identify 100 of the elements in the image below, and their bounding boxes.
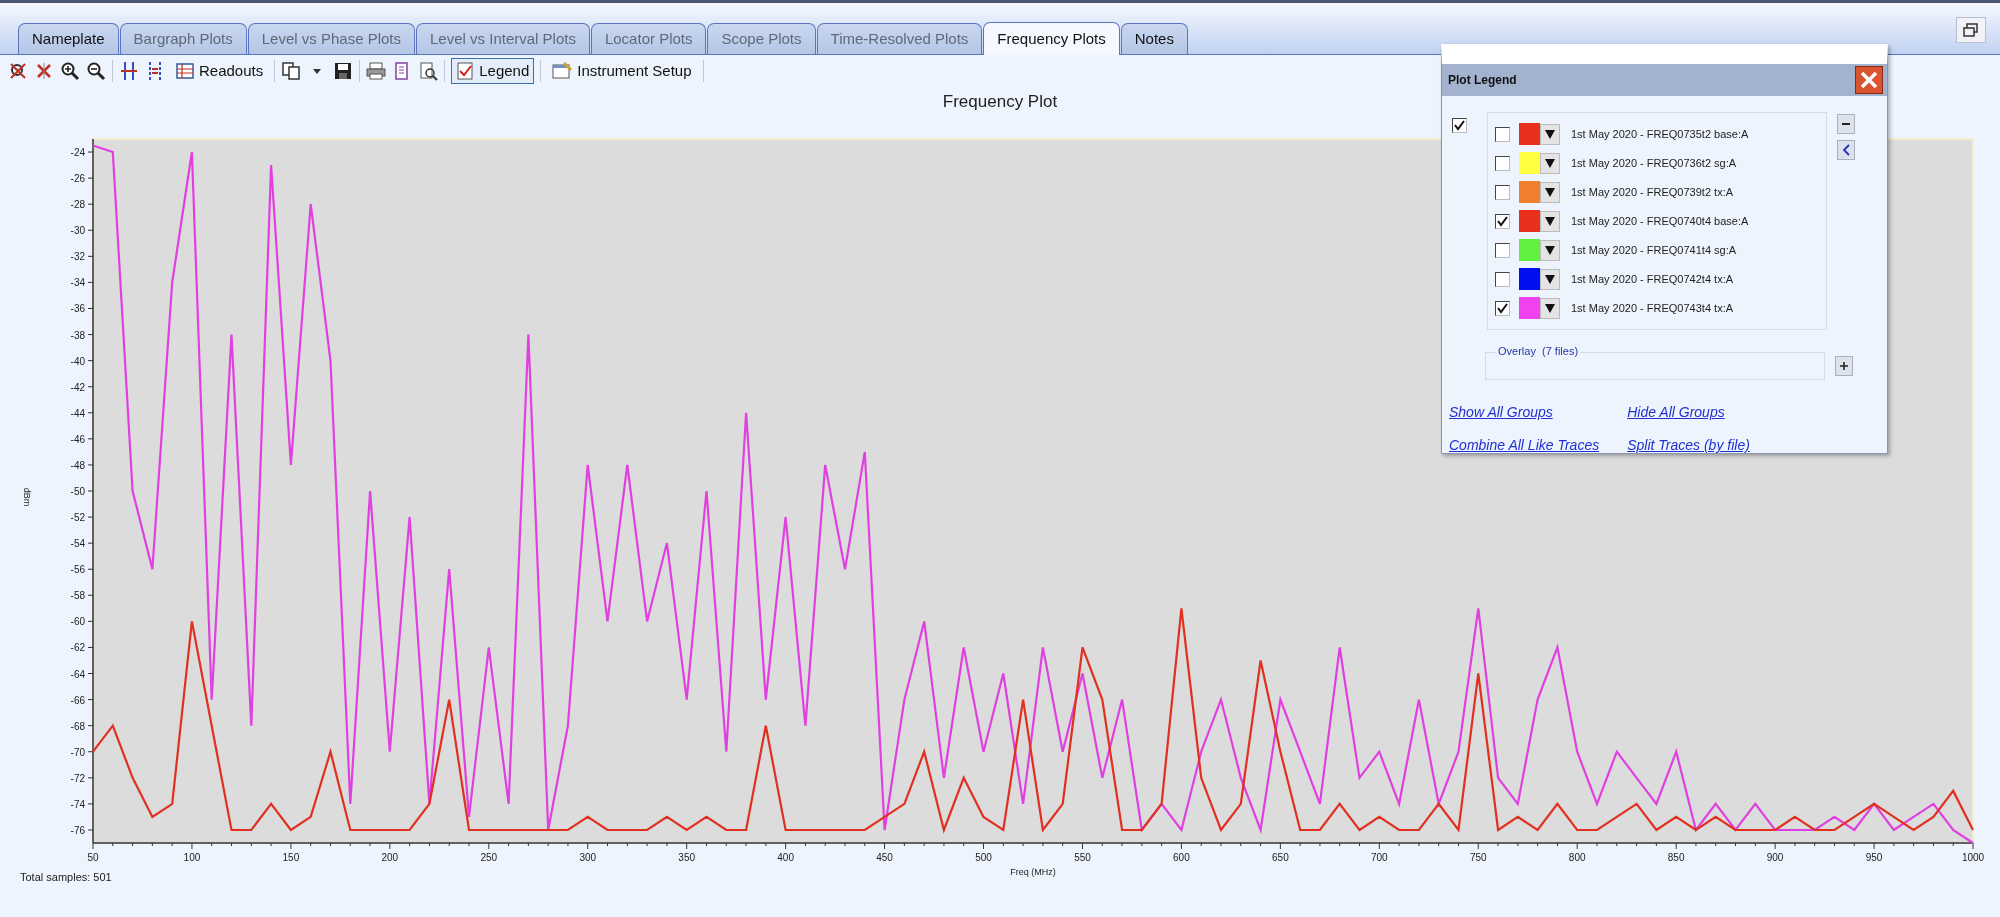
y-tick-label: -38 bbox=[70, 329, 85, 341]
x-axis-title: Freq (MHz) bbox=[1010, 867, 1056, 877]
y-tick-label: -40 bbox=[70, 355, 85, 367]
zoom-reset-icon[interactable] bbox=[8, 61, 28, 81]
color-swatch[interactable] bbox=[1519, 181, 1540, 203]
x-tick-label: 50 bbox=[87, 852, 99, 863]
dropdown-button[interactable] bbox=[1540, 297, 1560, 319]
color-swatch[interactable] bbox=[1519, 210, 1540, 232]
x-tick-label: 500 bbox=[975, 852, 992, 863]
instrument-setup-button[interactable]: Instrument Setup bbox=[547, 58, 697, 84]
chart-title: Frequency Plot bbox=[941, 91, 1059, 113]
color-swatch[interactable] bbox=[1519, 152, 1540, 174]
printer-icon[interactable] bbox=[366, 61, 387, 81]
dropdown-button[interactable] bbox=[1540, 239, 1560, 261]
x-tick-label: 250 bbox=[480, 852, 498, 863]
trace-label: 1st May 2020 - FREQ0735t2 base:A bbox=[1571, 126, 1749, 142]
color-swatch[interactable] bbox=[1519, 297, 1540, 319]
legend-link[interactable]: Show All Groups bbox=[1449, 402, 1600, 423]
x-tick-label: 950 bbox=[1865, 852, 1883, 863]
y-tick-label: -68 bbox=[70, 720, 85, 732]
refresh-button[interactable] bbox=[1837, 140, 1855, 160]
y-tick-label: -24 bbox=[70, 147, 85, 159]
y-tick-label: -30 bbox=[70, 225, 85, 237]
readouts-button[interactable]: Readouts bbox=[171, 58, 269, 84]
color-swatch[interactable] bbox=[1519, 123, 1540, 145]
y-tick-label: -58 bbox=[70, 590, 85, 602]
y-tick-label: -36 bbox=[70, 303, 85, 315]
checkbox[interactable] bbox=[1495, 126, 1510, 142]
legend-button[interactable]: Legend bbox=[451, 58, 535, 84]
dropdown-arrow-icon bbox=[1545, 245, 1555, 255]
y-tick-label: -28 bbox=[70, 199, 85, 211]
y-tick-label: -42 bbox=[70, 381, 85, 393]
sample-count: Total samples: 501 bbox=[20, 871, 112, 883]
checkbox[interactable] bbox=[1495, 213, 1510, 229]
trace-label: 1st May 2020 - FREQ0739t2 tx:A bbox=[1571, 184, 1734, 200]
tab[interactable]: Nameplate bbox=[18, 23, 119, 54]
x-tick-label: 800 bbox=[1568, 852, 1586, 863]
checkbox[interactable] bbox=[1452, 118, 1467, 133]
checkbox[interactable] bbox=[1495, 184, 1510, 200]
trace-label: 1st May 2020 - FREQ0741t4 sg:A bbox=[1571, 242, 1737, 258]
collapse-button[interactable] bbox=[1837, 114, 1855, 134]
y-tick-label: -48 bbox=[70, 459, 85, 471]
zoom-in-icon[interactable] bbox=[60, 61, 80, 81]
close-button[interactable] bbox=[1855, 66, 1883, 94]
x-tick-label: 550 bbox=[1074, 852, 1091, 863]
color-swatch[interactable] bbox=[1519, 239, 1540, 261]
setup-window-icon bbox=[552, 62, 573, 80]
restore-button[interactable] bbox=[1956, 17, 1986, 43]
y-tick-label: -32 bbox=[70, 251, 85, 263]
checkbox[interactable] bbox=[1495, 242, 1510, 258]
tab[interactable]: Notes bbox=[1120, 23, 1188, 54]
dropdown-button[interactable] bbox=[1540, 268, 1560, 290]
x-tick-label: 700 bbox=[1370, 852, 1388, 863]
y-tick-label: -56 bbox=[70, 564, 85, 576]
dropdown-button[interactable] bbox=[1540, 181, 1560, 203]
tab[interactable]: Frequency Plots bbox=[983, 22, 1120, 55]
expand-button[interactable] bbox=[1835, 356, 1853, 376]
y-tick-label: -72 bbox=[70, 772, 85, 784]
save-icon[interactable] bbox=[333, 61, 354, 81]
x-tick-label: 150 bbox=[282, 852, 300, 863]
y-tick-label: -76 bbox=[70, 824, 85, 836]
restore-icon bbox=[1963, 23, 1979, 37]
print-preview-icon[interactable] bbox=[418, 61, 439, 81]
dropdown-arrow-icon bbox=[1545, 129, 1555, 139]
dropdown-button[interactable] bbox=[1540, 152, 1560, 174]
legend-link[interactable]: Hide All Groups bbox=[1627, 402, 1750, 423]
x-tick-label: 100 bbox=[183, 852, 201, 863]
y-tick-label: -26 bbox=[70, 173, 85, 185]
trace-label: 1st May 2020 - FREQ0742t4 tx:A bbox=[1571, 271, 1734, 287]
legend-title: Plot Legend bbox=[1448, 72, 1517, 89]
y-tick-label: -50 bbox=[70, 486, 85, 497]
x-tick-label: 300 bbox=[579, 852, 597, 863]
trace-label: 1st May 2020 - FREQ0736t2 sg:A bbox=[1571, 155, 1737, 171]
x-tick-label: 650 bbox=[1272, 852, 1289, 863]
dropdown-button[interactable] bbox=[1540, 210, 1560, 232]
y-tick-label: -34 bbox=[70, 277, 85, 289]
cross-icon[interactable] bbox=[34, 61, 54, 81]
x-tick-label: 600 bbox=[1173, 852, 1190, 863]
checkbox[interactable] bbox=[1495, 271, 1510, 287]
checklist-icon bbox=[456, 62, 475, 80]
dropdown-arrow-icon bbox=[1545, 303, 1555, 313]
checkbox[interactable] bbox=[1495, 155, 1510, 171]
color-swatch[interactable] bbox=[1519, 268, 1540, 290]
copy-icon[interactable] bbox=[281, 61, 302, 81]
plus-icon bbox=[1840, 362, 1848, 370]
dropdown-arrow-icon bbox=[1545, 274, 1555, 284]
checkbox[interactable] bbox=[1495, 300, 1510, 316]
x-tick-label: 450 bbox=[876, 852, 893, 863]
trace-label: 1st May 2020 - FREQ0743t4 tx:A bbox=[1571, 300, 1734, 316]
dropdown-arrow-icon bbox=[1545, 216, 1555, 226]
zoom-out-icon[interactable] bbox=[86, 61, 106, 81]
cursor-lines-icon[interactable] bbox=[119, 61, 139, 81]
dropdown-button[interactable] bbox=[1540, 123, 1560, 145]
y-tick-label: -70 bbox=[70, 746, 85, 758]
legend-link[interactable]: Split Traces (by file) bbox=[1627, 435, 1750, 456]
close-icon bbox=[1859, 70, 1879, 90]
legend-link[interactable]: Combine All Like Traces bbox=[1449, 435, 1600, 456]
x-tick-label: 750 bbox=[1469, 852, 1487, 863]
dropdown-arrow-icon bbox=[1545, 187, 1555, 197]
x-tick-label: 1000 bbox=[1961, 852, 1985, 863]
